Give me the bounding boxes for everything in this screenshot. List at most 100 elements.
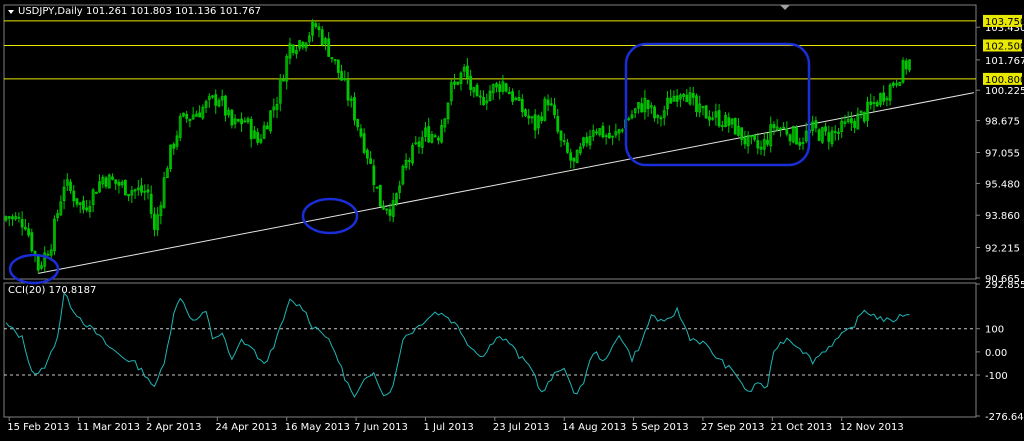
candle-body: [256, 132, 260, 143]
candle-body: [320, 29, 324, 45]
candle-body: [601, 125, 605, 138]
candle-body: [553, 104, 556, 116]
candle-body: [875, 101, 879, 107]
time-tick-label: 2 Apr 2013: [146, 422, 201, 433]
candle-body: [814, 120, 818, 129]
candle-body: [236, 118, 240, 122]
candle-body: [333, 59, 337, 61]
candle-body: [511, 91, 514, 102]
candle-body: [240, 118, 243, 125]
candle-body: [94, 191, 98, 194]
candle-body: [869, 101, 873, 106]
candle-body: [353, 97, 356, 121]
candle-body: [317, 26, 321, 31]
candle-body: [691, 92, 695, 98]
price-tick-label: 97.055: [985, 148, 1020, 159]
candle-body: [140, 185, 143, 193]
candle-body: [198, 112, 202, 118]
candle-body: [507, 91, 511, 95]
candle-body: [743, 137, 747, 145]
candle-body: [327, 38, 331, 57]
time-tick-label: 24 Apr 2013: [215, 422, 277, 433]
candle-body: [524, 109, 527, 116]
chart-canvas[interactable]: 103.430101.767100.22598.67597.05595.4809…: [0, 0, 1024, 437]
candle-body: [314, 23, 318, 27]
candle-body: [711, 117, 715, 120]
price-tick-label: 98.675: [985, 117, 1020, 128]
candle-body: [356, 119, 360, 128]
candle-body: [498, 84, 502, 92]
candle-body: [788, 134, 792, 142]
candle-body: [549, 103, 553, 106]
candle-body: [249, 119, 253, 140]
price-tick-label: 95.480: [985, 179, 1020, 190]
candle-body: [569, 152, 573, 161]
candle-body: [566, 142, 569, 153]
time-tick-label: 11 Mar 2013: [77, 422, 140, 433]
candle-body: [114, 179, 118, 184]
candle-body: [559, 130, 563, 141]
candle-body: [533, 114, 537, 131]
price-tick-label: 92.215: [985, 244, 1020, 255]
candle-body: [727, 117, 731, 126]
time-tick-label: 16 May 2013: [285, 422, 350, 433]
chart-window[interactable]: 103.430 101.767 100.225 98.675 97.055 95.480 9…: [0, 0, 1024, 437]
candle-body: [685, 94, 689, 103]
cci-tick-label: -276.6462: [985, 412, 1024, 423]
candle-body: [904, 60, 908, 70]
candle-body: [708, 116, 711, 121]
candle-body: [436, 137, 440, 141]
candle-body: [798, 141, 802, 146]
candle-body: [46, 253, 50, 256]
candle-body: [824, 126, 827, 132]
price-tick-label: 93.860: [985, 211, 1020, 222]
candle-body: [520, 98, 524, 113]
candle-body: [882, 92, 886, 102]
candle-body: [382, 205, 385, 210]
candle-body: [782, 126, 786, 129]
candle-body: [556, 115, 560, 132]
candle-body: [701, 105, 705, 108]
candle-body: [359, 128, 363, 137]
candle-body: [585, 136, 589, 144]
candle-body: [20, 219, 24, 228]
candle-body: [695, 95, 698, 113]
candle-body: [827, 132, 831, 142]
candle-body: [72, 190, 76, 202]
candle-body: [653, 106, 656, 119]
candle-body: [753, 135, 756, 140]
candle-body: [427, 126, 431, 143]
candle-body: [27, 228, 30, 236]
candle-body: [85, 207, 89, 211]
candle-body: [456, 81, 460, 85]
candle-body: [117, 181, 121, 186]
candle-body: [75, 198, 79, 205]
candle-body: [862, 111, 866, 122]
candle-body: [224, 95, 227, 116]
candle-body: [378, 184, 382, 207]
candle-body: [123, 179, 127, 196]
candle-body: [343, 78, 347, 81]
level-price-label: 102.500: [985, 41, 1024, 52]
candle-body: [340, 71, 343, 81]
candle-body: [795, 127, 798, 145]
candle-body: [385, 208, 389, 211]
time-tick-label: 23 Jul 2013: [493, 422, 550, 433]
candle-body: [475, 84, 479, 97]
candle-body: [595, 131, 598, 134]
candle-body: [111, 176, 114, 180]
candle-body: [265, 125, 269, 130]
candle-body: [720, 125, 724, 127]
candle-body: [772, 124, 776, 129]
candle-body: [572, 157, 576, 162]
candle-body: [675, 95, 679, 102]
candle-body: [733, 117, 737, 135]
candle-body: [417, 141, 421, 147]
candle-body: [607, 132, 611, 139]
time-tick-label: 5 Sep 2013: [632, 422, 689, 433]
candle-body: [362, 133, 366, 153]
candle-body: [346, 79, 350, 101]
candle-body: [185, 113, 189, 119]
candle-body: [849, 118, 853, 124]
candle-body: [669, 97, 673, 104]
